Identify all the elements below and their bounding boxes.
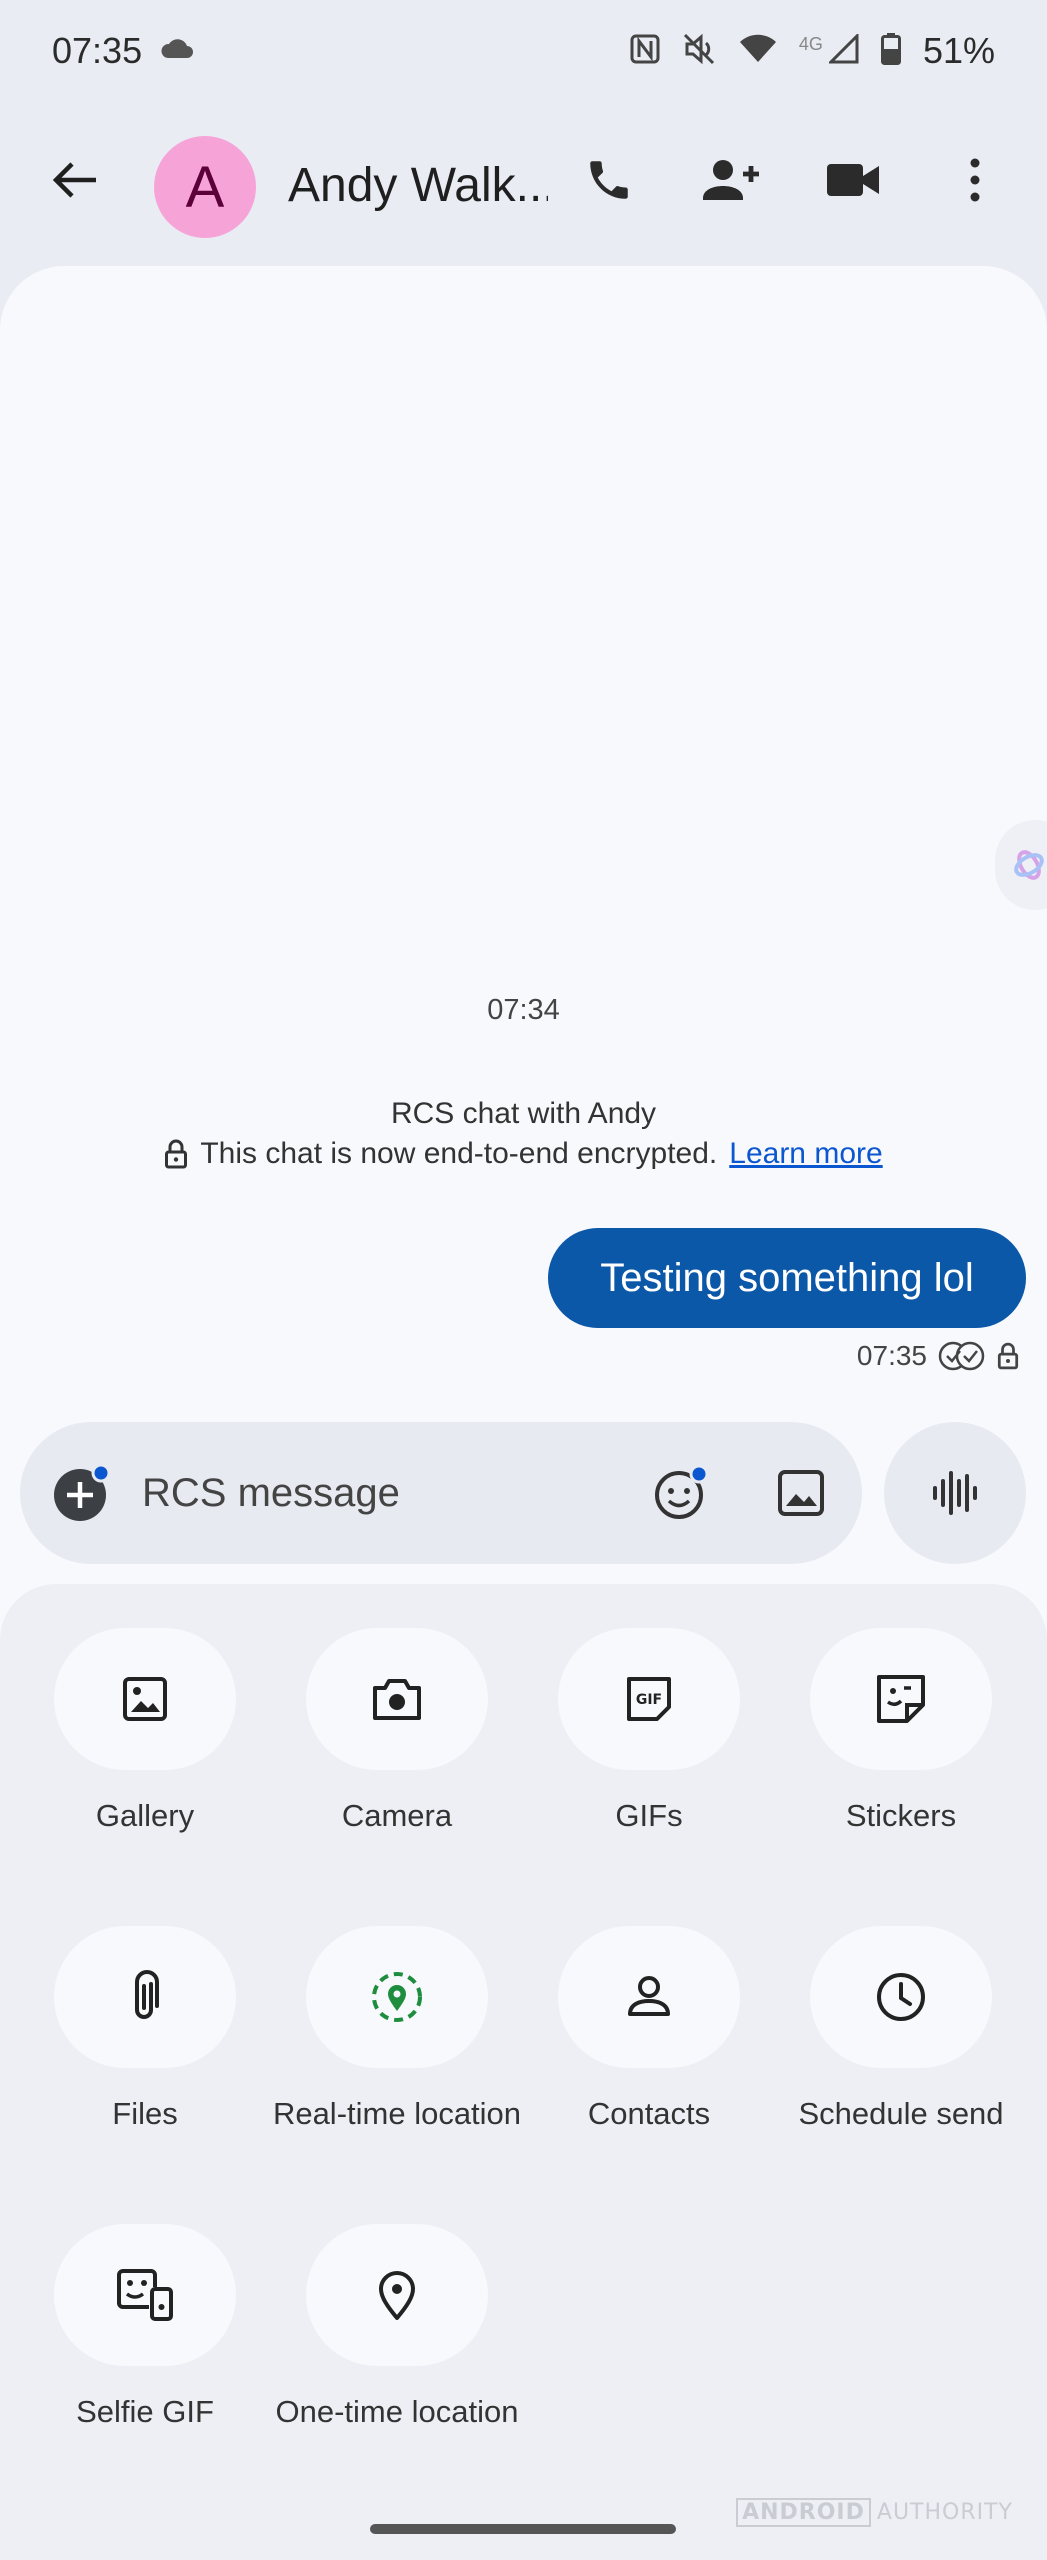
attach-option-label: Real-time location xyxy=(272,2096,522,2131)
attach-option-label: GIFs xyxy=(615,1798,683,1833)
selfie-gif-button[interactable] xyxy=(54,2224,236,2366)
network-type: 4G xyxy=(798,33,823,54)
attach-option-label: Contacts xyxy=(587,2096,711,2131)
rcs-chat-title: RCS chat with Andy xyxy=(390,1097,657,1130)
image-button[interactable] xyxy=(768,1460,834,1526)
attach-option-label: One-time location xyxy=(275,2394,519,2429)
signal-icon xyxy=(827,31,859,69)
message-input[interactable] xyxy=(142,1466,542,1520)
contact-name[interactable]: Andy Walk... xyxy=(288,158,548,213)
attach-option-label: Gallery xyxy=(95,1798,195,1833)
attach-option-camera[interactable]: Camera xyxy=(272,1628,522,1836)
lock-icon xyxy=(997,1342,1019,1370)
app-bar: A Andy Walk... xyxy=(0,120,1047,250)
waveform-icon xyxy=(933,1471,977,1515)
location-pin-icon xyxy=(379,2271,415,2320)
attach-button[interactable] xyxy=(53,1463,111,1522)
attach-option-gifs[interactable]: GIF GIFs xyxy=(524,1628,774,1836)
attach-option-label: Schedule send xyxy=(798,2096,1004,2131)
one-time-location-button[interactable] xyxy=(306,2224,488,2366)
more-options-button[interactable] xyxy=(940,145,1010,215)
emoji-button[interactable] xyxy=(648,1460,714,1526)
attach-option-label: Stickers xyxy=(845,1798,957,1833)
attach-option-label: Camera xyxy=(341,1798,453,1833)
encryption-text: This chat is now end-to-end encrypted. xyxy=(200,1137,718,1170)
gif-icon: GIF xyxy=(627,1677,671,1721)
attach-option-label: Selfie GIF xyxy=(76,2394,214,2429)
status-icons: 4G 51% xyxy=(629,30,995,72)
attach-option-selfie-gif[interactable]: Selfie GIF xyxy=(20,2224,270,2432)
message-meta: 07:35 xyxy=(857,1340,1019,1372)
message-time: 07:35 xyxy=(856,1340,927,1371)
message-composer xyxy=(20,1422,862,1564)
attach-option-schedule-send[interactable]: Schedule send xyxy=(776,1926,1026,2134)
emoji-icon xyxy=(655,1464,709,1519)
attach-option-gallery[interactable]: Gallery xyxy=(20,1628,270,1836)
schedule-send-button[interactable] xyxy=(810,1926,992,2068)
avatar[interactable]: A xyxy=(154,136,256,238)
nfc-icon xyxy=(629,33,661,70)
add-person-icon xyxy=(703,160,759,200)
video-camera-icon xyxy=(827,164,879,196)
outgoing-message-bubble[interactable]: Testing something lol xyxy=(548,1228,1026,1328)
wifi-icon xyxy=(739,34,777,69)
read-receipt-icon xyxy=(938,1341,985,1371)
image-icon xyxy=(778,1470,824,1516)
svg-text:GIF: GIF xyxy=(636,1692,662,1708)
stickers-button[interactable] xyxy=(810,1628,992,1770)
clock-icon xyxy=(877,1973,925,2021)
encryption-notice: This chat is now end-to-end encrypted. L… xyxy=(0,1137,1047,1171)
call-button[interactable] xyxy=(574,145,644,215)
add-circle-icon xyxy=(54,1463,111,1521)
files-button[interactable] xyxy=(54,1926,236,2068)
chat-timestamp: 07:34 xyxy=(487,994,560,1026)
back-arrow-icon xyxy=(52,162,96,198)
video-call-button[interactable] xyxy=(818,145,888,215)
attachment-sheet: Gallery Camera GIF GIFs Stickers Files R… xyxy=(0,1584,1047,2560)
phone-icon xyxy=(590,161,628,199)
lock-icon xyxy=(165,1139,188,1169)
cloud-icon xyxy=(160,38,194,65)
watermark: ANDROID AUTHORITY xyxy=(736,2498,1013,2527)
status-time: 07:35 xyxy=(52,30,143,71)
sticker-icon xyxy=(877,1675,925,1723)
add-participant-button[interactable] xyxy=(696,145,766,215)
voice-message-button[interactable] xyxy=(884,1422,1026,1564)
attach-option-label: Files xyxy=(112,2096,178,2131)
attach-option-stickers[interactable]: Stickers xyxy=(776,1628,1026,1836)
camera-icon xyxy=(373,1679,421,1720)
attach-option-real-time-location[interactable]: Real-time location xyxy=(272,1926,522,2134)
attach-option-files[interactable]: Files xyxy=(20,1926,270,2134)
gallery-icon xyxy=(123,1677,167,1721)
camera-button[interactable] xyxy=(306,1628,488,1770)
learn-more-link[interactable]: Learn more xyxy=(729,1137,882,1171)
gallery-button[interactable] xyxy=(54,1628,236,1770)
back-button[interactable] xyxy=(40,145,110,215)
mute-icon xyxy=(683,33,717,70)
attach-option-one-time-location[interactable]: One-time location xyxy=(272,2224,522,2432)
contacts-button[interactable] xyxy=(558,1926,740,2068)
attach-option-contacts[interactable]: Contacts xyxy=(524,1926,774,2134)
battery-percent: 51% xyxy=(922,30,995,71)
status-bar: 07:35 4G 51% xyxy=(0,0,1047,105)
selfie-gif-icon xyxy=(117,2269,173,2321)
home-indicator[interactable] xyxy=(370,2524,676,2534)
paperclip-icon xyxy=(135,1970,159,2019)
sparkle-icon xyxy=(1014,850,1044,880)
battery-icon xyxy=(880,32,901,70)
real-time-location-button[interactable] xyxy=(306,1926,488,2068)
live-location-icon xyxy=(372,1972,422,2022)
more-vert-icon xyxy=(970,158,980,202)
person-icon xyxy=(628,1976,670,2016)
gifs-button[interactable]: GIF xyxy=(558,1628,740,1770)
